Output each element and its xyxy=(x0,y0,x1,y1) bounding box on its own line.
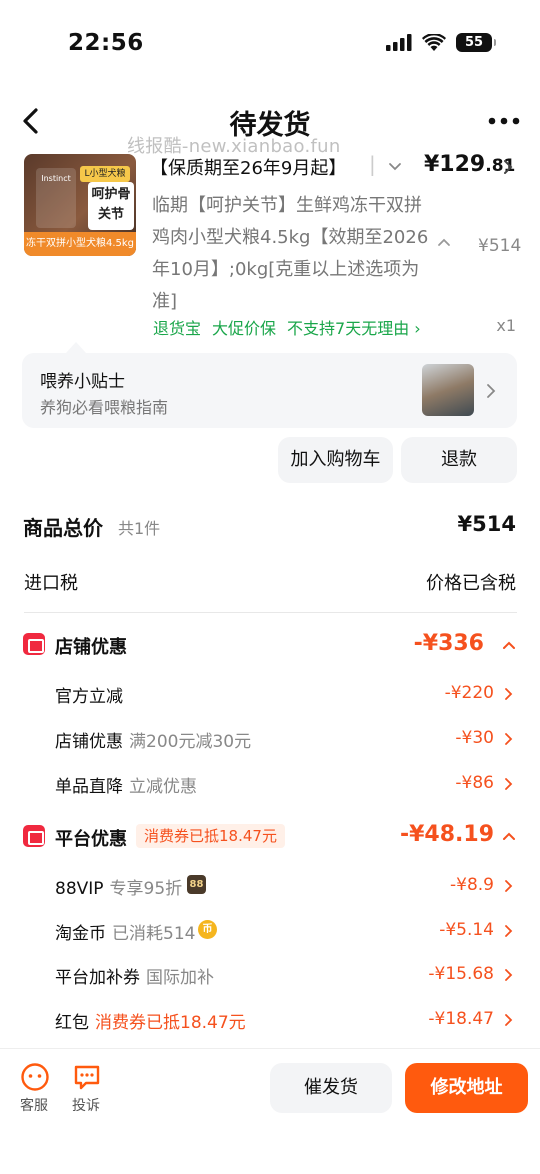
platform-discount-label: 平台优惠 xyxy=(55,829,127,850)
chevron-up-icon[interactable] xyxy=(502,640,516,650)
product-brand-label: Instinct xyxy=(36,168,76,228)
product-quantity: x1 xyxy=(496,316,516,335)
store-discount-label: 店铺优惠 xyxy=(55,637,127,658)
product-description[interactable]: 临期【呵护关节】生鲜鸡冻干双拼鸡肉小型犬粮4.5kg【效期至2026年10月】;… xyxy=(152,190,432,318)
discount-row-label: 88VIP 专享95折 xyxy=(55,874,182,899)
coupon-badge: 消费券已抵18.47元 xyxy=(136,824,285,848)
complaint-label[interactable]: 投诉 xyxy=(72,1095,100,1115)
divider xyxy=(24,612,517,613)
chevron-down-icon[interactable] xyxy=(388,160,402,174)
product-price-integer: ¥129 xyxy=(424,152,486,177)
row-label-sub: 消费券已抵18.47元 xyxy=(95,1013,246,1033)
discount-row-value: -¥5.14 xyxy=(439,920,494,940)
discount-row-value: -¥15.68 xyxy=(428,964,494,984)
row-label-text: 官方立减 xyxy=(55,687,123,707)
cellular-signal-icon xyxy=(386,34,412,51)
taojinbi-coin-icon: 币 xyxy=(198,920,217,939)
total-price-value: ¥514 xyxy=(457,512,516,536)
discount-row-value: -¥8.9 xyxy=(450,875,494,895)
tips-pointer xyxy=(66,342,86,353)
service-tag[interactable]: 不支持7天无理由 › xyxy=(287,319,421,338)
discount-row-label: 平台加补券 国际加补 xyxy=(55,963,214,988)
row-label-text: 淘金币 xyxy=(55,924,106,944)
item-count: 共1件 xyxy=(118,519,161,538)
tips-title: 喂养小贴士 xyxy=(40,372,125,392)
store-icon xyxy=(23,633,45,655)
status-time: 22:56 xyxy=(68,30,144,56)
chevron-right-icon[interactable] xyxy=(504,687,514,701)
status-icons: 55 xyxy=(386,33,496,52)
discount-row-value: -¥18.47 xyxy=(428,1009,494,1029)
tips-thumbnail xyxy=(422,364,474,416)
chevron-right-icon[interactable] xyxy=(504,1013,514,1027)
import-tax-value: 价格已含税 xyxy=(426,573,516,594)
add-to-cart-button[interactable]: 加入购物车 xyxy=(278,437,393,483)
battery-icon: 55 xyxy=(456,33,496,52)
row-label-sub: 满200元减30元 xyxy=(129,732,252,752)
chevron-right-icon[interactable] xyxy=(485,383,497,399)
row-label-text: 平台加补券 xyxy=(55,968,140,988)
chevron-right-icon[interactable] xyxy=(504,968,514,982)
discount-row-value: -¥30 xyxy=(455,728,494,748)
product-feature-tag: 呵护骨关节 xyxy=(88,182,134,230)
product-image[interactable]: Instinct L小型犬粮 呵护骨关节 冻干双拼小型犬粮4.5kg xyxy=(24,154,136,256)
import-tax-label: 进口税 xyxy=(24,573,78,594)
customer-service-label[interactable]: 客服 xyxy=(20,1095,48,1115)
product-size-tag: L小型犬粮 xyxy=(80,166,130,182)
wifi-icon xyxy=(422,33,446,51)
chevron-right-icon[interactable] xyxy=(502,159,514,175)
store-discount-value: -¥336 xyxy=(413,631,484,656)
discount-row-label: 淘金币 已消耗514 xyxy=(55,919,195,944)
discount-row-label: 官方立减 xyxy=(55,682,123,707)
more-options-icon[interactable] xyxy=(488,116,520,126)
chevron-right-icon[interactable] xyxy=(504,777,514,791)
refund-button[interactable]: 退款 xyxy=(401,437,517,483)
platform-discount-value: -¥48.19 xyxy=(399,822,494,847)
discount-row-label: 红包 消费券已抵18.47元 xyxy=(55,1008,246,1033)
chevron-right-icon[interactable] xyxy=(504,732,514,746)
chevron-right-icon[interactable] xyxy=(504,879,514,893)
row-label-text: 单品直降 xyxy=(55,777,123,797)
row-label-sub: 专享95折 xyxy=(109,879,183,899)
total-price-label: 商品总价 xyxy=(23,516,103,540)
tips-subtitle: 养狗必看喂粮指南 xyxy=(40,398,169,417)
discount-row-label: 店铺优惠 满200元减30元 xyxy=(55,727,251,752)
chevron-up-icon[interactable] xyxy=(436,236,452,248)
service-tags[interactable]: 退货宝 大促价保 不支持7天无理由 › xyxy=(153,315,432,339)
row-label-sub: 已消耗514 xyxy=(112,924,196,944)
row-label-text: 店铺优惠 xyxy=(55,732,123,752)
customer-service-icon[interactable] xyxy=(20,1062,50,1092)
service-tag[interactable]: 退货宝 xyxy=(153,319,201,338)
product-original-price: ¥514 xyxy=(478,236,522,256)
modify-address-button[interactable]: 修改地址 xyxy=(405,1063,528,1113)
discount-row-value: -¥220 xyxy=(444,683,494,703)
product-spec[interactable]: 【保质期至26年9月起】 xyxy=(150,154,346,180)
discount-row-label: 单品直降 立减优惠 xyxy=(55,772,197,797)
urge-shipping-button[interactable]: 催发货 xyxy=(270,1063,392,1113)
chevron-right-icon[interactable] xyxy=(504,924,514,938)
row-label-sub: 国际加补 xyxy=(146,968,214,988)
product-image-caption: 冻干双拼小型犬粮4.5kg xyxy=(24,232,136,256)
spec-separator: | xyxy=(369,152,376,176)
discount-row-value: -¥86 xyxy=(455,773,494,793)
row-label-text: 88VIP xyxy=(55,879,104,899)
service-tag[interactable]: 大促价保 xyxy=(212,319,276,338)
complaint-icon[interactable] xyxy=(72,1062,102,1092)
vip-88-icon: 88 xyxy=(187,875,206,894)
row-label-sub: 立减优惠 xyxy=(129,777,197,797)
chevron-up-icon[interactable] xyxy=(502,831,516,841)
platform-icon xyxy=(23,825,45,847)
row-label-text: 红包 xyxy=(55,1013,89,1033)
